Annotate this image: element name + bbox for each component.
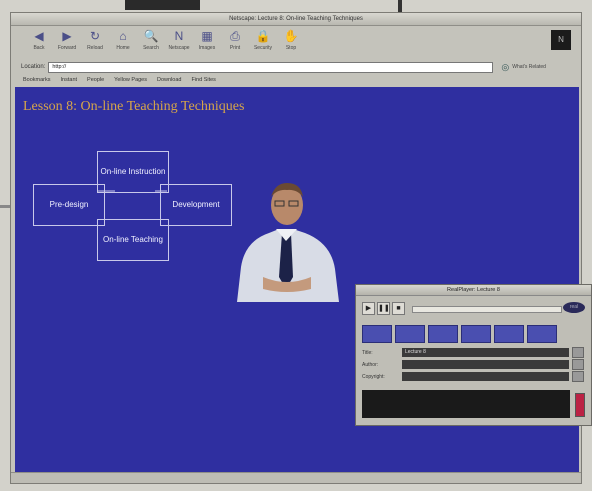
clip-info-key: Copyright: [362, 373, 385, 380]
presenter-video-image [237, 183, 339, 302]
images-button[interactable]: ▦ Images [193, 27, 221, 59]
channel-button[interactable] [428, 325, 458, 343]
play-icon[interactable]: ▶ [362, 301, 375, 315]
clip-info-value [402, 360, 569, 369]
diagram-box-development: Development [160, 184, 232, 226]
real-logo-icon: real [563, 302, 585, 313]
search-icon: 🔍 [143, 29, 159, 43]
forward-button[interactable]: ▶ Forward [53, 27, 81, 59]
clip-info-button[interactable] [572, 359, 584, 370]
netscape-icon: N [174, 29, 184, 43]
toolbar-label: Search [143, 45, 159, 51]
realplayer-title[interactable]: RealPlayer: Lecture 8 [356, 285, 591, 296]
position-slider[interactable] [412, 306, 562, 313]
toolbar-label: Forward [57, 45, 77, 51]
status-bar [11, 472, 581, 483]
channel-button[interactable] [527, 325, 557, 343]
personal-toolbar-item[interactable]: People [87, 77, 104, 83]
clip-info-row: Copyright: [362, 371, 584, 382]
forward-arrow-icon: ▶ [62, 29, 72, 43]
realplayer-window: RealPlayer: Lecture 8 ▶ ❚❚ ■ real Title:… [355, 284, 592, 426]
security-button[interactable]: 🔒 Security [249, 27, 277, 59]
clip-info-value: Lecture 8 [402, 348, 569, 357]
clip-info-button[interactable] [572, 371, 584, 382]
clip-info-value [402, 372, 569, 381]
netscape-button[interactable]: N Netscape [165, 27, 193, 59]
clip-info: Title: Lecture 8 Author: Copyright: [362, 347, 584, 383]
toolbar-label: Back [33, 45, 45, 51]
netscape-logo[interactable]: N [551, 30, 571, 50]
toolbar-label: Home [116, 45, 130, 51]
toolbar-label: Reload [87, 45, 103, 51]
whats-related-label[interactable]: What's Related [512, 64, 546, 70]
personal-toolbar-item[interactable]: Download [157, 77, 181, 83]
back-arrow-icon: ◀ [34, 29, 44, 43]
home-button[interactable]: ⌂ Home [109, 27, 137, 59]
pause-icon[interactable]: ❚❚ [377, 301, 390, 315]
navigation-toolbar: ◀ Back ▶ Forward ↻ Reload ⌂ Home 🔍 Search N Netscap… [25, 27, 305, 59]
stop-icon: ✋ [283, 29, 299, 43]
channel-button[interactable] [461, 325, 491, 343]
clip-info-key: Author: [362, 361, 379, 368]
location-bar: Location: http:// ◎ What's Related [21, 61, 575, 73]
diagram-box-pre-design: Pre-design [33, 184, 105, 226]
realplayer-controls: ▶ ❚❚ ■ [362, 301, 407, 315]
diagram-box-online-instruction: On-line Instruction [97, 151, 169, 193]
channel-button[interactable] [395, 325, 425, 343]
toolbar-label: Stop [285, 45, 297, 51]
volume-icon[interactable] [575, 393, 585, 417]
personal-toolbar-item[interactable]: Find Sites [191, 77, 215, 83]
images-icon: ▦ [201, 29, 213, 43]
clip-info-row: Title: Lecture 8 [362, 347, 584, 358]
clip-info-button[interactable] [572, 347, 584, 358]
background-object [125, 0, 200, 10]
stop-button[interactable]: ✋ Stop [277, 27, 305, 59]
channel-button[interactable] [494, 325, 524, 343]
reload-button[interactable]: ↻ Reload [81, 27, 109, 59]
toolbar-label: Print [229, 45, 241, 51]
search-button[interactable]: 🔍 Search [137, 27, 165, 59]
window-title[interactable]: Netscape: Lecture 8: On-line Teaching Te… [11, 13, 581, 26]
personal-toolbar: Bookmarks Instant People Yellow Pages Downlo… [23, 75, 216, 84]
personal-toolbar-item[interactable]: Bookmarks [23, 77, 51, 83]
stop-icon[interactable]: ■ [392, 301, 405, 315]
print-icon: ⎙ [230, 29, 240, 43]
print-button[interactable]: ⎙ Print [221, 27, 249, 59]
channel-button[interactable] [362, 325, 392, 343]
toolbar-label: Security [253, 45, 273, 51]
realplayer-display [362, 390, 570, 418]
toolbar-label: Netscape [168, 45, 190, 51]
reload-icon: ↻ [89, 29, 101, 43]
realplayer-channel-buttons [362, 325, 557, 343]
security-icon: 🔒 [255, 29, 271, 43]
toolbar-label: Images [198, 45, 216, 51]
personal-toolbar-item[interactable]: Yellow Pages [114, 77, 147, 83]
diagram-box-online-teaching: On-line Teaching [97, 219, 169, 261]
location-input[interactable]: http:// [48, 61, 494, 73]
home-icon: ⌂ [119, 29, 127, 43]
back-button[interactable]: ◀ Back [25, 27, 53, 59]
clip-info-row: Author: [362, 359, 584, 370]
clip-info-key: Title: [362, 349, 373, 356]
location-label: Location: [21, 64, 46, 70]
whats-related-icon[interactable]: ◎ [501, 62, 509, 73]
personal-toolbar-item[interactable]: Instant [61, 77, 78, 83]
